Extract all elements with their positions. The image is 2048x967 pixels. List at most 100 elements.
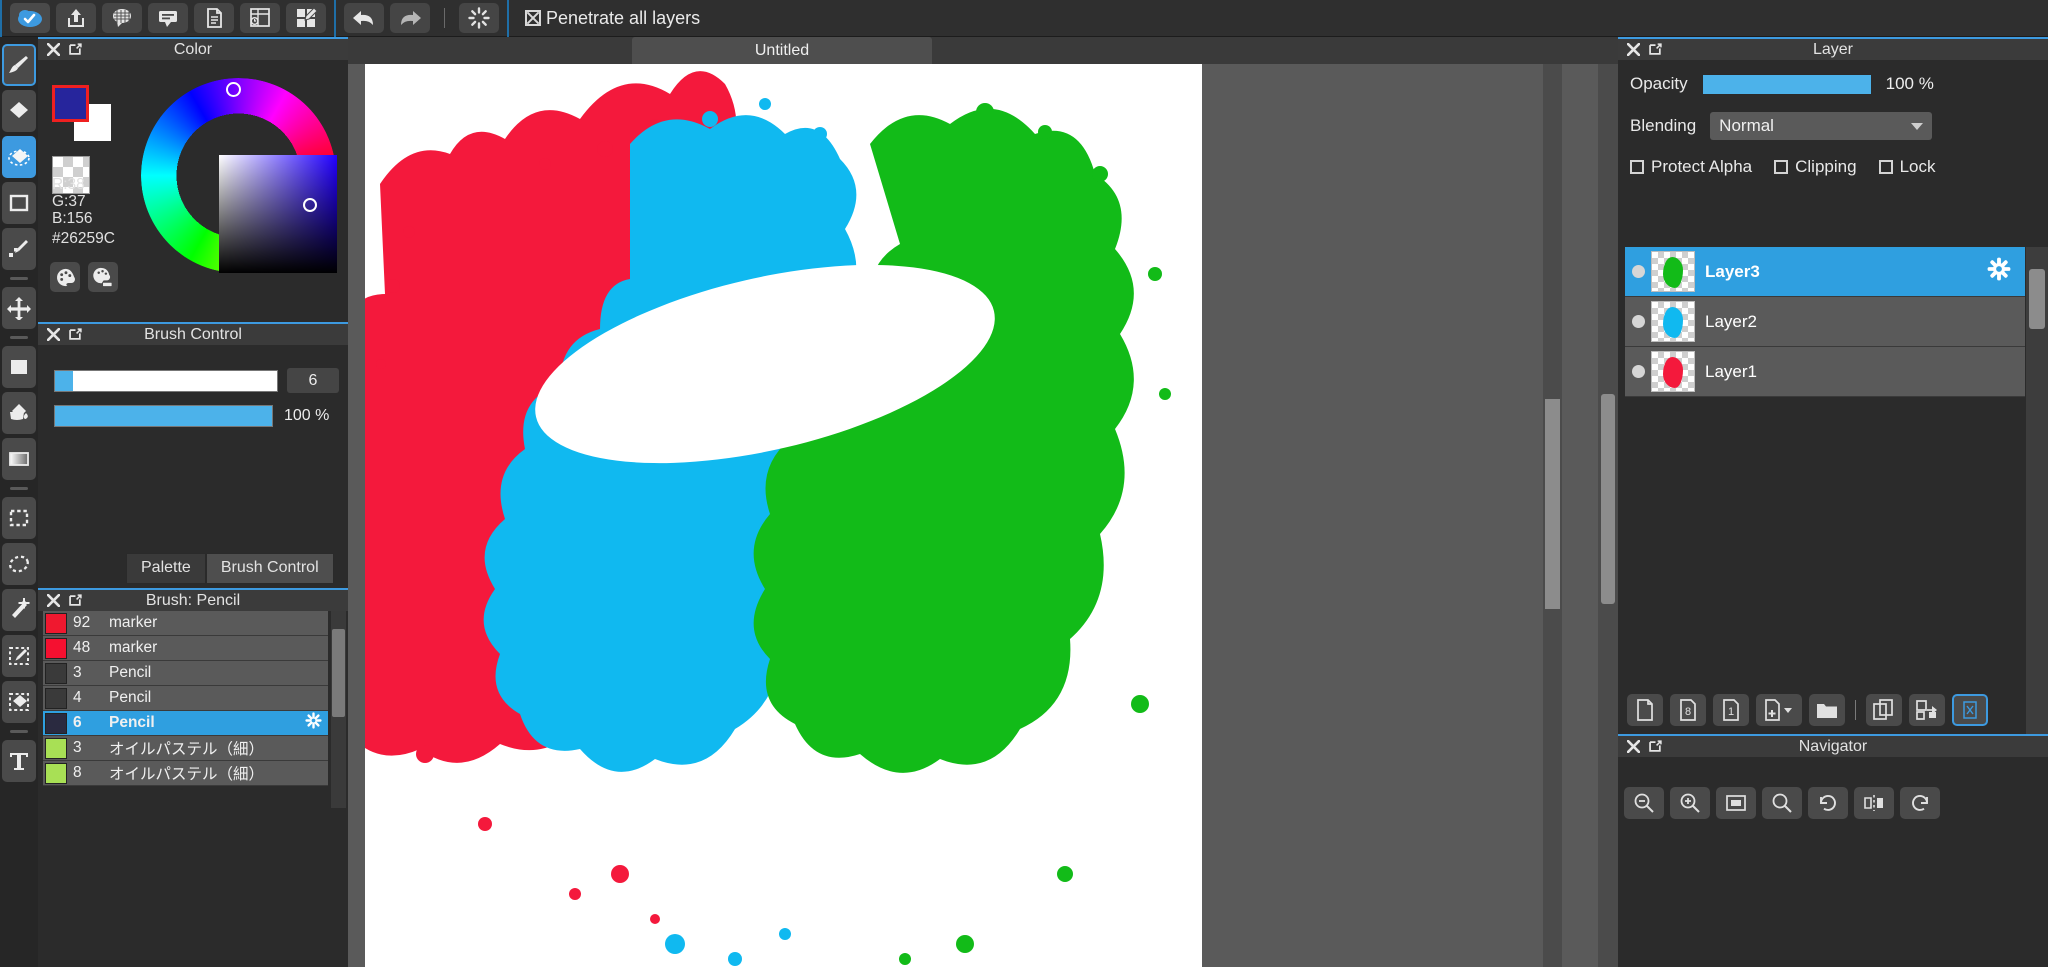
rotate-left-icon[interactable] bbox=[1808, 787, 1848, 819]
checkbox-icon[interactable] bbox=[1774, 160, 1789, 174]
canvas-viewport[interactable] bbox=[348, 64, 1618, 967]
layer-visibility-toggle[interactable] bbox=[1625, 265, 1651, 278]
new-1bit-layer-icon[interactable]: 1 bbox=[1713, 694, 1749, 726]
lock-checkbox[interactable]: Lock bbox=[1878, 157, 1935, 177]
merge-layer-icon[interactable] bbox=[1909, 694, 1945, 726]
brush-list-item[interactable]: 8 オイルパステル（細） bbox=[43, 761, 328, 786]
saturation-value-box[interactable] bbox=[219, 155, 337, 273]
brush-list-item[interactable]: 48 marker bbox=[43, 636, 328, 661]
brush-opacity-slider[interactable] bbox=[54, 405, 273, 427]
blending-mode-select[interactable]: Normal bbox=[1710, 111, 1933, 140]
palette-bar-icon[interactable] bbox=[88, 262, 118, 292]
popout-icon[interactable] bbox=[1649, 740, 1662, 753]
add-layer-menu-icon[interactable] bbox=[1756, 694, 1802, 726]
checkbox-icon[interactable] bbox=[1630, 160, 1644, 174]
brush-size-slider[interactable] bbox=[54, 369, 278, 392]
popout-icon[interactable] bbox=[69, 594, 82, 607]
rect-select-tool[interactable] bbox=[2, 497, 36, 539]
close-icon[interactable] bbox=[47, 328, 60, 341]
popout-icon[interactable] bbox=[1649, 43, 1662, 56]
layer-opacity-slider[interactable] bbox=[1701, 73, 1872, 95]
zoom-out-icon[interactable] bbox=[1624, 787, 1664, 819]
select-pen-tool[interactable] bbox=[2, 635, 36, 677]
magic-wand-tool[interactable] bbox=[2, 589, 36, 631]
flip-icon[interactable] bbox=[1854, 787, 1894, 819]
gear-icon[interactable] bbox=[305, 712, 322, 734]
canvas-scrollbar[interactable] bbox=[1598, 64, 1618, 967]
brush-list-item[interactable]: 92 marker bbox=[43, 611, 328, 636]
protect-alpha-checkbox[interactable]: Protect Alpha bbox=[1630, 157, 1752, 177]
penetrate-checkbox-icon[interactable] bbox=[525, 10, 541, 26]
new-folder-icon[interactable] bbox=[1809, 694, 1845, 726]
timeline-list-icon[interactable] bbox=[240, 3, 280, 33]
brush-list-item[interactable]: 4 Pencil bbox=[43, 686, 328, 711]
close-icon[interactable] bbox=[47, 594, 60, 607]
brush-tool[interactable] bbox=[2, 44, 36, 86]
layer-list-item[interactable]: Layer3 bbox=[1625, 247, 2025, 297]
move-tool[interactable] bbox=[2, 287, 36, 329]
popout-icon[interactable] bbox=[69, 328, 82, 341]
brush-list-item[interactable]: 6 Pencil bbox=[43, 711, 328, 736]
layer-visibility-toggle[interactable] bbox=[1625, 365, 1651, 378]
brush-list-item[interactable]: 3 オイルパステル（細） bbox=[43, 736, 328, 761]
tab-palette[interactable]: Palette bbox=[126, 553, 206, 584]
brush-list-item[interactable]: 3 Pencil bbox=[43, 661, 328, 686]
layer-list-item[interactable]: Layer2 bbox=[1625, 297, 2025, 347]
grid-edit-icon[interactable] bbox=[286, 3, 326, 33]
layer-list-item[interactable]: Layer1 bbox=[1625, 347, 2025, 397]
speech-bubble-icon[interactable] bbox=[148, 3, 188, 33]
text-tool[interactable] bbox=[2, 740, 36, 782]
layer-settings-gear-icon[interactable] bbox=[1987, 257, 2011, 286]
layer-visibility-toggle[interactable] bbox=[1625, 315, 1651, 328]
zoom-in-icon[interactable] bbox=[1670, 787, 1710, 819]
canvas-inner-scrollbar[interactable] bbox=[1543, 64, 1562, 967]
chevron-down-icon[interactable] bbox=[1911, 122, 1924, 130]
close-icon[interactable] bbox=[47, 43, 60, 56]
new-8bit-layer-icon[interactable]: 8 bbox=[1670, 694, 1706, 726]
layer-scroll-thumb[interactable] bbox=[2029, 269, 2045, 329]
fill-rect-tool[interactable] bbox=[2, 346, 36, 388]
lasso-select-tool[interactable] bbox=[2, 543, 36, 585]
comment-grid-icon[interactable] bbox=[102, 3, 142, 33]
pen-path-tool[interactable] bbox=[2, 228, 36, 270]
shape-tool[interactable] bbox=[2, 182, 36, 224]
loading-spinner-icon[interactable] bbox=[459, 3, 499, 33]
close-icon[interactable] bbox=[1627, 43, 1640, 56]
actual-size-icon[interactable] bbox=[1762, 787, 1802, 819]
canvas-scroll-thumb[interactable] bbox=[1601, 394, 1615, 604]
bucket-tool[interactable] bbox=[2, 392, 36, 434]
rotate-reset-icon[interactable] bbox=[1900, 787, 1940, 819]
color-wheel[interactable] bbox=[141, 78, 337, 273]
penetrate-all-layers-option[interactable]: Penetrate all layers bbox=[509, 8, 700, 29]
cloud-check-icon[interactable] bbox=[10, 3, 50, 33]
close-icon[interactable] bbox=[1627, 740, 1640, 753]
brush-size-value[interactable]: 6 bbox=[287, 368, 339, 393]
gradient-tool[interactable] bbox=[2, 438, 36, 480]
brush-list-scrollbar[interactable] bbox=[331, 611, 346, 808]
canvas-document[interactable] bbox=[365, 64, 1202, 967]
foreground-color-swatch[interactable] bbox=[52, 85, 89, 122]
saturation-value-marker[interactable] bbox=[303, 198, 317, 212]
select-eraser-tool[interactable] bbox=[2, 681, 36, 723]
layer-list-scrollbar[interactable] bbox=[2026, 247, 2048, 737]
redo-icon[interactable] bbox=[390, 3, 430, 33]
share-upload-icon[interactable] bbox=[56, 3, 96, 33]
hue-marker[interactable] bbox=[226, 82, 241, 97]
undo-icon[interactable] bbox=[344, 3, 384, 33]
hex-value[interactable]: #26259C bbox=[52, 230, 115, 248]
new-layer-icon[interactable] bbox=[1627, 694, 1663, 726]
eraser-tool[interactable] bbox=[2, 90, 36, 132]
checkbox-icon[interactable] bbox=[1878, 160, 1893, 174]
duplicate-layer-icon[interactable] bbox=[1866, 694, 1902, 726]
magic-eraser-tool[interactable] bbox=[2, 136, 36, 178]
palette-icon[interactable] bbox=[50, 262, 80, 292]
tab-brush-control[interactable]: Brush Control bbox=[205, 553, 334, 584]
clipping-checkbox[interactable]: Clipping bbox=[1774, 157, 1857, 177]
brush-scroll-thumb[interactable] bbox=[332, 629, 345, 717]
document-tab-untitled[interactable]: Untitled bbox=[632, 37, 932, 64]
delete-layer-icon[interactable] bbox=[1952, 694, 1988, 726]
document-icon[interactable] bbox=[194, 3, 234, 33]
fit-screen-icon[interactable] bbox=[1716, 787, 1756, 819]
canvas-inner-scroll-thumb[interactable] bbox=[1545, 399, 1560, 609]
popout-icon[interactable] bbox=[69, 43, 82, 56]
